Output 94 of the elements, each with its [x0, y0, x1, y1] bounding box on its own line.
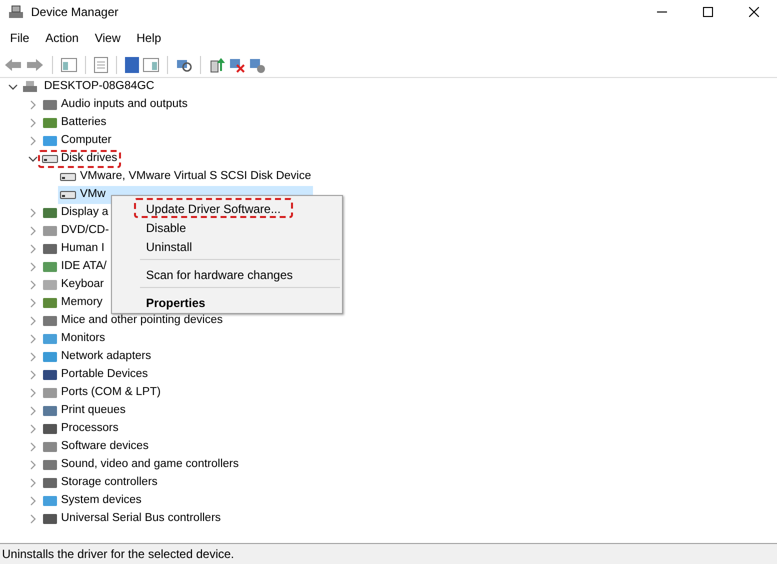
- console-tree-icon[interactable]: [61, 58, 77, 72]
- close-icon: [749, 7, 759, 17]
- tree-item[interactable]: Universal Serial Bus controllers: [61, 510, 221, 528]
- tree-item[interactable]: Display a: [61, 204, 108, 222]
- device-icon: [42, 206, 58, 220]
- context-menu-item[interactable]: Disable: [134, 216, 198, 236]
- app-icon: [8, 4, 24, 20]
- device-icon: [42, 476, 58, 490]
- forward-arrow-icon[interactable]: [26, 58, 44, 72]
- tree-item[interactable]: Disk drives: [61, 150, 118, 168]
- collapse-chevron-icon[interactable]: [8, 82, 18, 92]
- device-icon: [42, 98, 58, 112]
- disk-drive-icon: [60, 173, 76, 181]
- status-text: Uninstalls the driver for the selected device.: [2, 546, 234, 563]
- collapse-chevron-icon[interactable]: [28, 154, 38, 164]
- device-icon: [42, 404, 58, 418]
- device-icon: [42, 224, 58, 238]
- tree-item[interactable]: Computer: [61, 132, 112, 150]
- expand-chevron-icon[interactable]: [28, 262, 38, 272]
- window-title: Device Manager: [31, 4, 118, 21]
- tree-item[interactable]: Processors: [61, 420, 119, 438]
- disk-drive-icon: [42, 155, 58, 163]
- tree-item[interactable]: Portable Devices: [61, 366, 148, 384]
- expand-chevron-icon[interactable]: [28, 244, 38, 254]
- tree-item[interactable]: Network adapters: [61, 348, 152, 366]
- disk-drive-icon: [60, 191, 76, 199]
- expand-chevron-icon[interactable]: [28, 208, 38, 218]
- enable-device-icon[interactable]: [249, 56, 265, 72]
- tree-item[interactable]: Print queues: [61, 402, 126, 420]
- tree-item[interactable]: Monitors: [61, 330, 106, 348]
- expand-chevron-icon[interactable]: [28, 352, 38, 362]
- tree-item[interactable]: Sound, video and game controllers: [61, 456, 239, 474]
- expand-chevron-icon[interactable]: [28, 370, 38, 380]
- menu-item[interactable]: Action: [37, 28, 87, 48]
- expand-chevron-icon[interactable]: [28, 100, 38, 110]
- expand-chevron-icon[interactable]: [28, 496, 38, 506]
- tree-item[interactable]: Storage controllers: [61, 474, 158, 492]
- context-menu-item[interactable]: Update Driver Software...: [134, 198, 293, 218]
- tree-item[interactable]: Human I: [61, 240, 104, 258]
- expand-chevron-icon[interactable]: [28, 424, 38, 434]
- tree-item[interactable]: Audio inputs and outputs: [61, 96, 188, 114]
- expand-chevron-icon[interactable]: [28, 478, 38, 488]
- device-icon: [42, 512, 58, 526]
- device-icon: [42, 134, 58, 148]
- device-icon: [42, 314, 58, 328]
- device-icon: [42, 296, 58, 310]
- context-menu-item[interactable]: Properties: [134, 292, 218, 312]
- properties-icon[interactable]: [94, 56, 108, 72]
- context-menu-item[interactable]: Scan for hardware changes: [134, 264, 305, 284]
- update-driver-icon[interactable]: [209, 56, 225, 72]
- tree-item[interactable]: DVD/CD-: [61, 222, 109, 240]
- context-menu-item[interactable]: Uninstall: [134, 236, 204, 256]
- menu-item[interactable]: Help: [128, 28, 170, 48]
- expand-chevron-icon[interactable]: [28, 514, 38, 524]
- expand-chevron-icon[interactable]: [28, 136, 38, 146]
- tree-item[interactable]: Memory: [61, 294, 103, 312]
- device-icon: [42, 350, 58, 364]
- expand-chevron-icon[interactable]: [28, 460, 38, 470]
- device-icon: [42, 440, 58, 454]
- uninstall-icon[interactable]: [229, 56, 245, 72]
- device-icon: [42, 368, 58, 382]
- expand-chevron-icon[interactable]: [28, 118, 38, 128]
- action-pane-icon[interactable]: [143, 58, 159, 72]
- expand-chevron-icon[interactable]: [28, 388, 38, 398]
- expand-chevron-icon[interactable]: [28, 442, 38, 452]
- tree-item[interactable]: Batteries: [61, 114, 106, 132]
- tree-item[interactable]: Mice and other pointing devices: [61, 312, 223, 330]
- tree-item[interactable]: VMw: [80, 186, 106, 204]
- tree-item[interactable]: Ports (COM & LPT): [61, 384, 161, 402]
- expand-chevron-icon[interactable]: [28, 406, 38, 416]
- expand-chevron-icon[interactable]: [28, 316, 38, 326]
- back-arrow-icon[interactable]: [4, 58, 22, 72]
- device-icon: [42, 242, 58, 256]
- device-icon: [42, 278, 58, 292]
- tree-item[interactable]: IDE ATA/: [61, 258, 107, 276]
- device-icon: [42, 332, 58, 346]
- device-icon: [42, 116, 58, 130]
- device-icon: [42, 422, 58, 436]
- device-icon: [42, 494, 58, 508]
- maximize-icon: [703, 7, 713, 17]
- device-icon: [42, 260, 58, 274]
- tree-item[interactable]: System devices: [61, 492, 142, 510]
- device-icon: [42, 458, 58, 472]
- computer-icon: [22, 80, 38, 94]
- expand-chevron-icon[interactable]: [28, 334, 38, 344]
- device-icon: [42, 386, 58, 400]
- expand-chevron-icon[interactable]: [28, 280, 38, 290]
- menu-item[interactable]: View: [86, 28, 128, 48]
- expand-chevron-icon[interactable]: [28, 226, 38, 236]
- tree-item[interactable]: DESKTOP-08G84GC: [42, 78, 156, 96]
- tree-item[interactable]: Keyboar: [61, 276, 104, 294]
- menu-item[interactable]: File: [2, 28, 38, 48]
- tree-item[interactable]: Software devices: [61, 438, 149, 456]
- expand-chevron-icon[interactable]: [28, 298, 38, 308]
